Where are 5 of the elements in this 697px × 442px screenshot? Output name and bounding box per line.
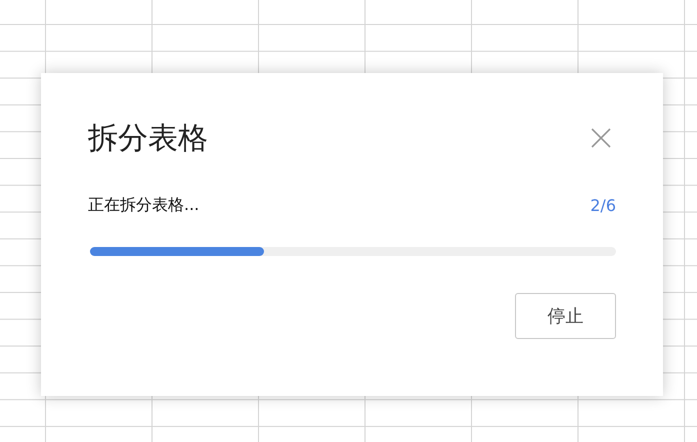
progress-counter: 2/6: [590, 196, 616, 214]
dialog-title: 拆分表格: [88, 120, 208, 158]
stop-button[interactable]: 停止: [515, 293, 616, 339]
status-text: 正在拆分表格...: [88, 194, 200, 216]
close-icon[interactable]: [590, 127, 612, 149]
